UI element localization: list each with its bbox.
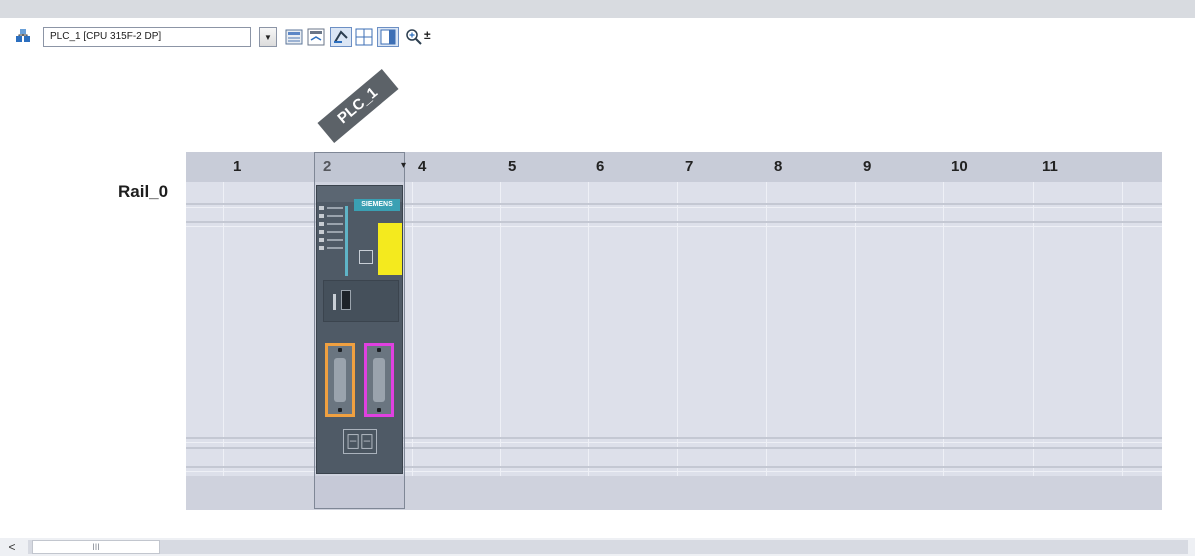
- slot-number-9[interactable]: 9: [863, 152, 871, 182]
- rail-label: Rail_0: [118, 182, 169, 201]
- switch-indicator: [333, 294, 336, 310]
- cpu-module[interactable]: SIEMENS: [316, 185, 403, 474]
- device-view-icon[interactable]: [377, 27, 399, 47]
- dp-port-2[interactable]: [364, 343, 394, 417]
- status-led: [319, 246, 324, 250]
- scroll-thumb[interactable]: III: [32, 540, 160, 554]
- slot-number-1[interactable]: 1: [233, 152, 241, 182]
- device-properties-icon[interactable]: [285, 28, 303, 46]
- connector-icon: [334, 358, 346, 402]
- mode-switch: [341, 290, 351, 310]
- network-view-icon[interactable]: [14, 27, 32, 45]
- status-led: [319, 214, 324, 218]
- led-caption: [327, 223, 343, 225]
- grid-icon[interactable]: [355, 28, 373, 46]
- scroll-left-icon[interactable]: <: [6, 540, 18, 554]
- zoom-icon[interactable]: [405, 28, 423, 46]
- device-name-tag[interactable]: PLC_1: [317, 69, 399, 143]
- slot-number-10[interactable]: 10: [951, 152, 968, 182]
- led-caption: [327, 215, 343, 217]
- dropdown-arrow-icon[interactable]: ▼: [259, 27, 277, 47]
- zoom-step-icon[interactable]: ±: [424, 28, 431, 42]
- slot-number-8[interactable]: 8: [774, 152, 782, 182]
- yellow-label-card: [378, 223, 402, 275]
- slot-number-4[interactable]: 4: [418, 152, 426, 182]
- top-panel-bar: [0, 0, 1195, 18]
- status-led: [319, 222, 324, 226]
- overview-icon[interactable]: [330, 27, 352, 47]
- screw-icon: [338, 408, 342, 412]
- led-caption: [327, 207, 343, 209]
- slot-number-11[interactable]: 11: [1042, 152, 1058, 182]
- scroll-track[interactable]: [28, 540, 1188, 554]
- memory-card-slot: [359, 250, 373, 264]
- led-caption: [327, 247, 343, 249]
- led-caption: [327, 239, 343, 241]
- screw-icon: [338, 348, 342, 352]
- slot-number-5[interactable]: 5: [508, 152, 516, 182]
- fuse-block-icon: [343, 429, 377, 454]
- status-led: [319, 206, 324, 210]
- slot-expand-icon[interactable]: ▾: [401, 160, 406, 171]
- show-module-titles-icon[interactable]: [307, 28, 325, 46]
- mpi-dp-port-1[interactable]: [325, 343, 355, 417]
- screw-icon: [377, 408, 381, 412]
- led-caption: [327, 231, 343, 233]
- connector-icon: [373, 358, 385, 402]
- device-select-dropdown[interactable]: PLC_1 [CPU 315F-2 DP]: [43, 27, 251, 47]
- horizontal-scrollbar[interactable]: < III: [0, 538, 1195, 556]
- status-led: [319, 230, 324, 234]
- slot-number-7[interactable]: 7: [685, 152, 693, 182]
- status-led: [319, 238, 324, 242]
- screw-icon: [377, 348, 381, 352]
- status-bar-graphic: [345, 206, 348, 276]
- brand-label: SIEMENS: [354, 199, 400, 211]
- slot-number-6[interactable]: 6: [596, 152, 604, 182]
